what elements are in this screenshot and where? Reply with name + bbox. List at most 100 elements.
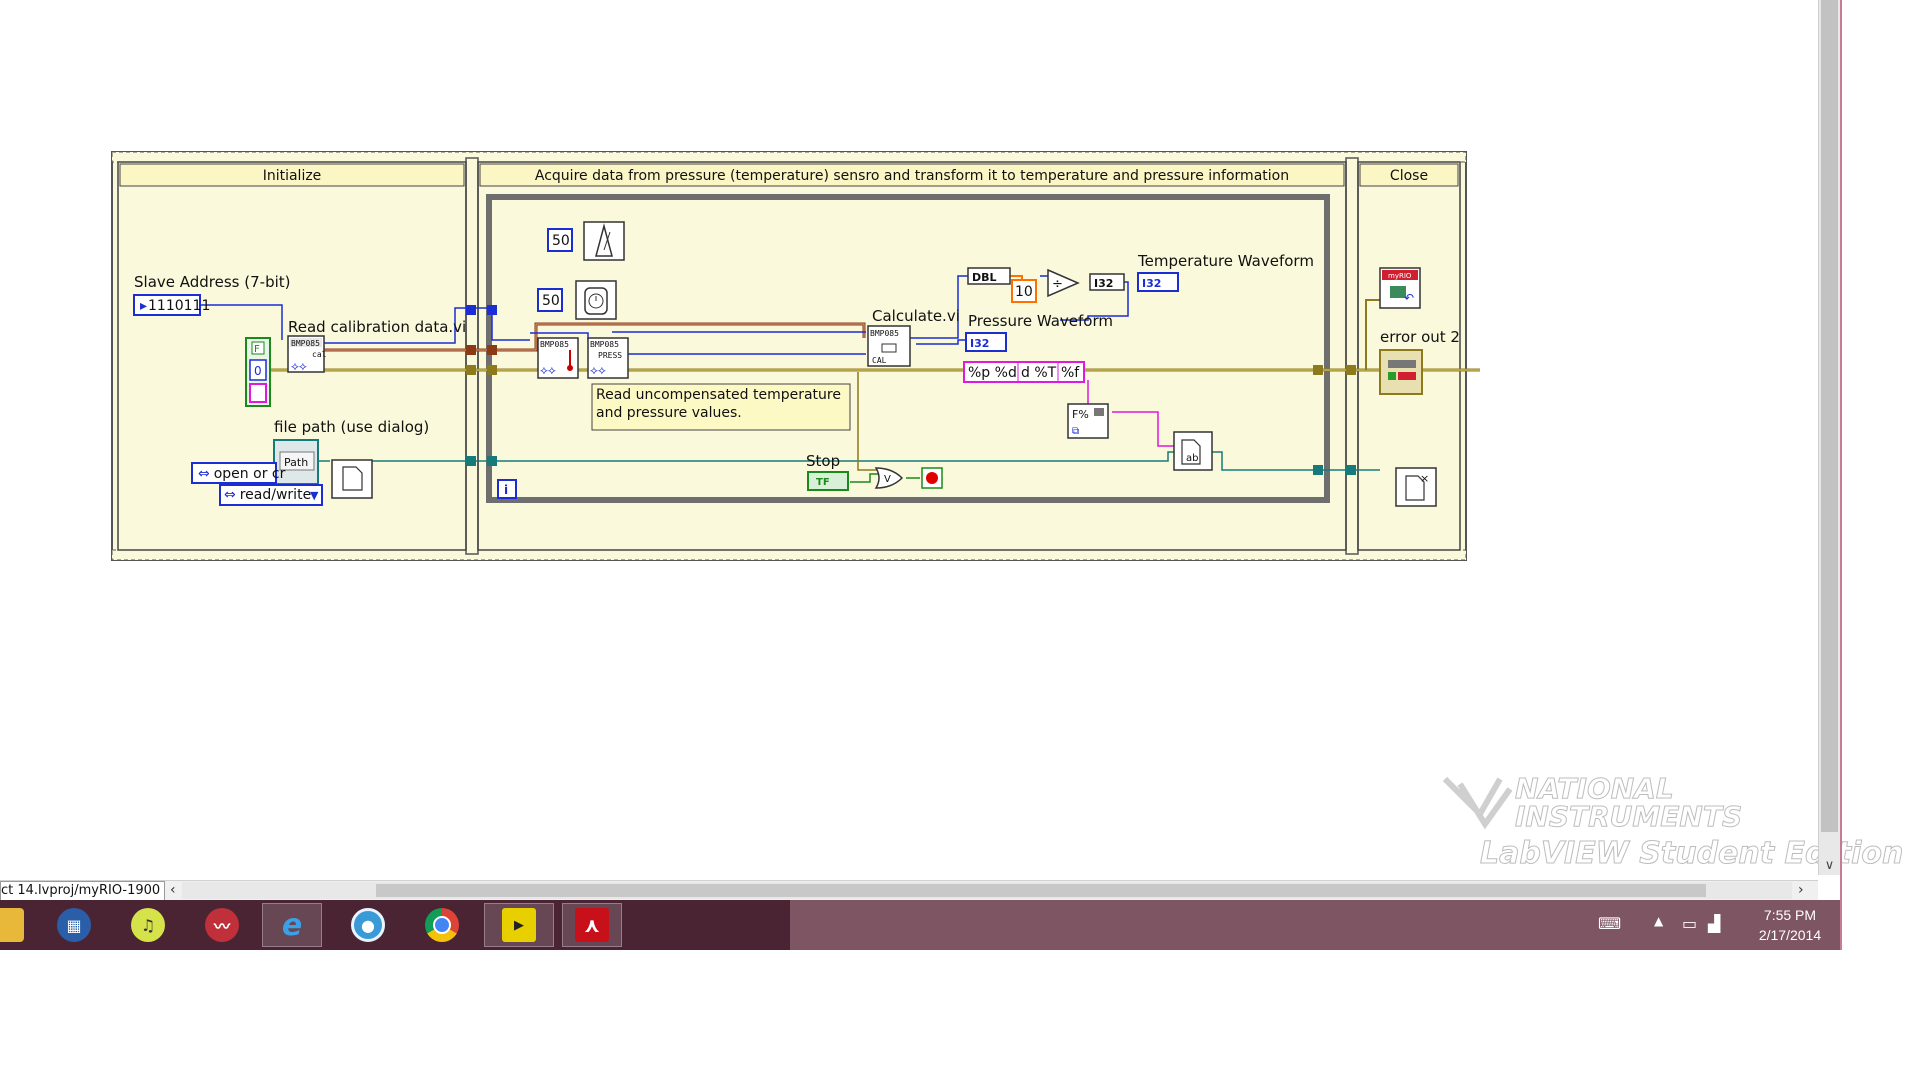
action-center-icon[interactable]: ▭	[1682, 914, 1697, 933]
internet-explorer-icon[interactable]: e	[262, 903, 322, 947]
read-write-constant[interactable]: ⇔ read/write ▼	[219, 484, 323, 506]
wait-ms-icon[interactable]	[575, 280, 617, 320]
constant-10[interactable]: 10	[1011, 279, 1037, 303]
svg-text:BMP085: BMP085	[870, 329, 899, 338]
svg-text:I32: I32	[1142, 277, 1161, 290]
vertical-scrollbar[interactable]: ∨	[1818, 0, 1841, 875]
read-calibration-vi[interactable]: BMP085 cal ⟡⟡	[287, 335, 327, 373]
svg-text:▼: ▼	[310, 489, 319, 502]
media-player-icon[interactable]: ▦	[44, 903, 104, 947]
svg-text:⟡⟡: ⟡⟡	[540, 363, 556, 377]
svg-text:i: i	[504, 483, 508, 497]
format-into-string-function[interactable]: F% ⧉	[1067, 403, 1109, 439]
slave-address-label: Slave Address (7-bit)	[134, 273, 291, 291]
svg-text:CAL: CAL	[872, 356, 887, 365]
show-hidden-icons-icon[interactable]: ▲	[1654, 914, 1663, 928]
svg-text:BMP085: BMP085	[590, 340, 619, 349]
read-calibration-label: Read calibration data.vi	[288, 318, 466, 336]
svg-text:myRIO: myRIO	[1388, 272, 1412, 280]
scroll-right-icon[interactable]: ›	[1798, 881, 1804, 899]
pressure-waveform-indicator[interactable]: I32	[965, 332, 1007, 352]
svg-text:F%: F%	[1072, 408, 1089, 421]
svg-text:÷: ÷	[1052, 277, 1063, 292]
read-pressure-vi[interactable]: BMP085 PRESS ⟡⟡	[587, 337, 629, 379]
svg-text:I32: I32	[1094, 277, 1113, 290]
scroll-left-icon[interactable]: ‹	[170, 881, 176, 899]
comment-box: Read uncompensated temperature and press…	[591, 383, 851, 431]
stop-button-control[interactable]: TF	[807, 471, 849, 491]
svg-text:d %T: d %T	[1021, 365, 1057, 381]
labview-icon[interactable]: ▶	[484, 903, 554, 947]
status-bar: ct 14.lvproj/myRIO-1900 ‹ ›	[0, 880, 1818, 901]
chrome-icon[interactable]	[412, 903, 472, 947]
acrobat-icon[interactable]: ⋏	[562, 903, 622, 947]
dvd-icon[interactable]: ●	[338, 903, 398, 947]
network-icon[interactable]: ▟	[1708, 914, 1720, 933]
svg-text:50: 50	[542, 293, 560, 309]
horizontal-scrollbar[interactable]	[182, 882, 1792, 899]
ni-watermark: NATIONAL INSTRUMENTS LabVIEW Student Edi…	[1440, 772, 1904, 877]
pressure-waveform-label: Pressure Waveform	[968, 312, 1113, 330]
format-string-constant[interactable]: %p %d d %T %f	[963, 361, 1085, 383]
loop-condition-terminal[interactable]	[921, 467, 943, 489]
svg-text:⟡⟡: ⟡⟡	[590, 363, 606, 377]
to-double-function[interactable]: DBL	[967, 267, 1011, 285]
loop-iteration-terminal: i	[497, 479, 517, 499]
open-or-create-constant[interactable]: ⇔ open or cr	[191, 462, 286, 484]
svg-text:10: 10	[1015, 284, 1033, 300]
clock-time: 7:55 PM	[1763, 907, 1817, 923]
frame-title-close: Close	[1390, 168, 1428, 184]
svg-text:cal: cal	[312, 350, 327, 359]
svg-text:0: 0	[254, 364, 262, 378]
wait-until-next-ms-icon[interactable]	[583, 221, 625, 261]
keyboard-icon[interactable]: ⌨	[1598, 914, 1621, 933]
audio-editor-icon[interactable]: 〰	[192, 903, 252, 947]
scroll-down-icon[interactable]: ∨	[1821, 858, 1838, 874]
read-temperature-vi[interactable]: BMP085 ⟡⟡	[537, 337, 579, 379]
block-diagram: Initialize Acquire data from pressure (t…	[111, 151, 1480, 561]
svg-text:⟡⟡: ⟡⟡	[291, 359, 307, 373]
svg-text:V: V	[884, 474, 891, 485]
stop-label: Stop	[806, 452, 840, 470]
myrio-close-vi[interactable]: myRIO ↶	[1379, 267, 1421, 309]
svg-text:%f: %f	[1061, 365, 1080, 381]
project-path-label: ct 14.lvproj/myRIO-1900	[0, 881, 166, 901]
open-file-function[interactable]	[331, 459, 373, 499]
horizontal-scroll-thumb[interactable]	[376, 884, 1706, 897]
watermark-line2: INSTRUMENTS	[1514, 800, 1743, 834]
temperature-waveform-indicator[interactable]: I32	[1137, 272, 1179, 292]
file-path-label: file path (use dialog)	[274, 418, 429, 436]
frame-title-initialize: Initialize	[263, 168, 322, 184]
svg-text:PRESS: PRESS	[598, 351, 622, 360]
temperature-waveform-label: Temperature Waveform	[1137, 252, 1314, 270]
svg-text:50: 50	[552, 233, 570, 249]
window-border	[1840, 0, 1842, 950]
svg-text:↶: ↶	[1404, 291, 1414, 305]
calculate-label: Calculate.vi	[872, 307, 960, 325]
error-out-indicator[interactable]	[1379, 349, 1423, 395]
slave-address-constant[interactable]: ▸ 1110111	[133, 294, 210, 316]
svg-text:F: F	[254, 344, 260, 355]
itunes-icon[interactable]: ♫	[118, 903, 178, 947]
svg-text:1110111: 1110111	[148, 298, 210, 314]
system-clock[interactable]: 7:55 PM 2/17/2014	[1740, 905, 1840, 945]
svg-text:BMP085: BMP085	[540, 340, 569, 349]
svg-text:×: ×	[1420, 472, 1429, 485]
to-i32-function[interactable]: I32	[1089, 273, 1125, 291]
close-file-function[interactable]: ×	[1395, 467, 1437, 507]
frame-title-acquire: Acquire data from pressure (temperature)…	[535, 168, 1289, 184]
calculate-vi[interactable]: BMP085 CAL	[867, 325, 911, 367]
wait-constant-2[interactable]: 50	[537, 288, 563, 312]
svg-text:I32: I32	[970, 337, 989, 350]
vertical-scroll-thumb[interactable]	[1821, 0, 1838, 832]
file-explorer-icon[interactable]	[0, 903, 40, 947]
svg-text:▸: ▸	[140, 298, 147, 314]
wait-constant-1[interactable]: 50	[547, 228, 573, 252]
boolean-array-constant[interactable]: F 0	[245, 337, 271, 407]
write-to-text-file-function[interactable]: ab	[1173, 431, 1213, 471]
svg-text:%p %d: %p %d	[968, 365, 1017, 381]
svg-text:⧉: ⧉	[1072, 426, 1079, 437]
svg-text:BMP085: BMP085	[291, 339, 320, 348]
svg-text:DBL: DBL	[972, 271, 997, 284]
svg-text:TF: TF	[816, 477, 830, 488]
